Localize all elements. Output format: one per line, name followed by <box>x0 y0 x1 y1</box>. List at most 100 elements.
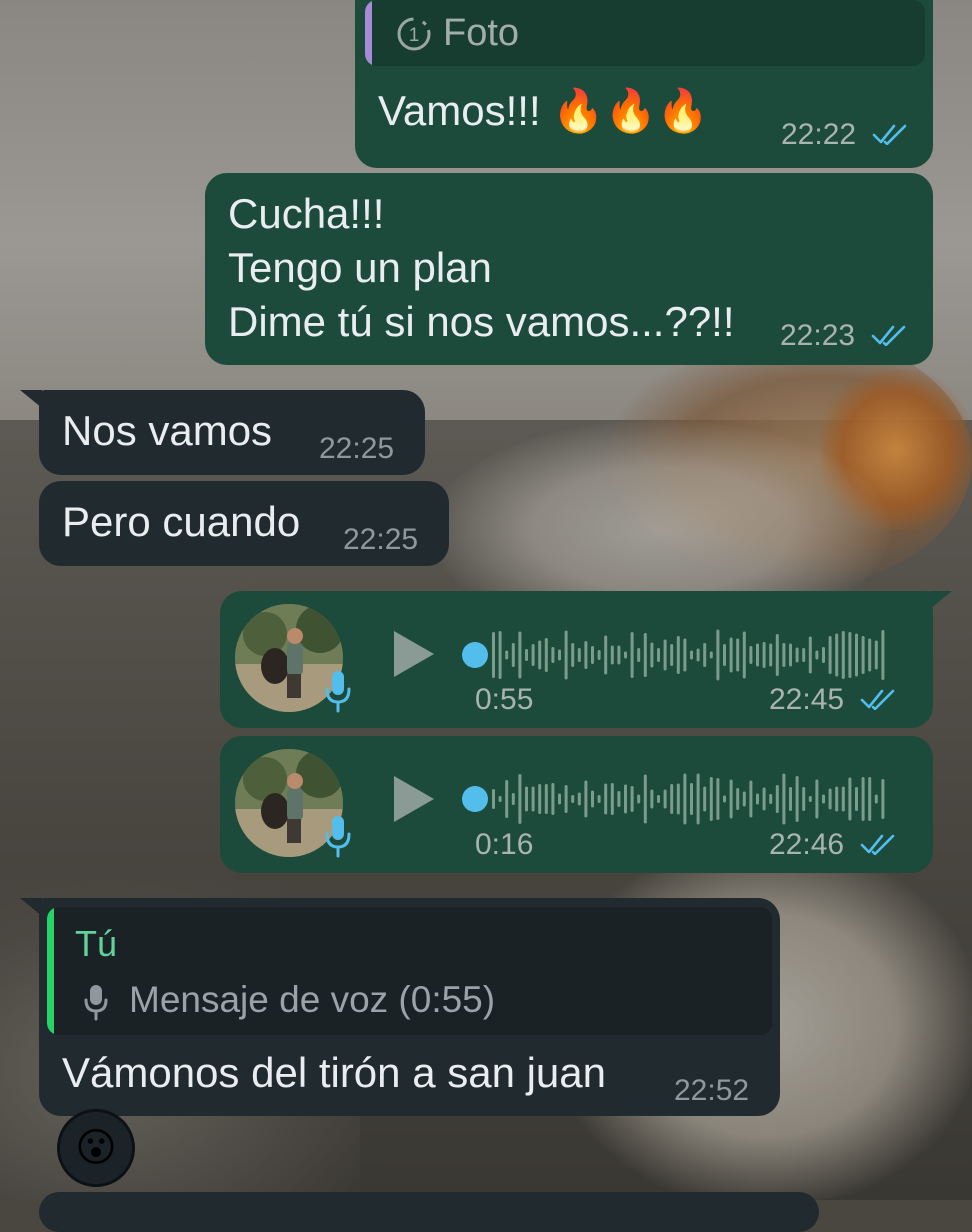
waveform-bar <box>584 641 588 669</box>
waveform-bar <box>676 783 680 815</box>
waveform-bar <box>505 650 509 660</box>
waveform-bar <box>789 643 792 667</box>
message-time: 22:25 <box>343 523 419 556</box>
message-incoming-partial[interactable] <box>39 1192 819 1232</box>
waveform-bar <box>617 791 621 807</box>
waveform-bar <box>637 648 641 662</box>
waveform-bar <box>835 633 839 677</box>
waveform-bar <box>696 648 700 662</box>
waveform-bar <box>696 773 700 825</box>
waveform-bar <box>835 786 839 812</box>
waveform-bar <box>848 632 852 678</box>
waveform-bar <box>604 783 608 815</box>
waveform-bar <box>498 796 502 802</box>
waveform-bar <box>749 646 753 664</box>
waveform-bar <box>802 787 806 811</box>
quoted-photo[interactable]: 1 Foto <box>365 0 925 66</box>
surprised-face-emoji: 😮 <box>75 1126 117 1170</box>
waveform-bar <box>643 633 647 677</box>
waveform-bar <box>650 642 654 668</box>
play-icon[interactable] <box>390 628 438 685</box>
waveform-bar <box>518 631 522 679</box>
waveform-bar <box>551 783 555 815</box>
waveform-bar <box>841 631 845 679</box>
waveform-bar <box>591 646 594 664</box>
waveform-bar <box>531 786 535 812</box>
waveform-bar <box>795 647 799 663</box>
waveform-bar <box>597 650 601 660</box>
waveform-bar <box>538 784 542 814</box>
waveform-bar <box>782 643 786 667</box>
play-icon[interactable] <box>390 773 438 830</box>
message-outgoing-2[interactable]: Cucha!!! Tengo un plan Dime tú si nos va… <box>205 173 933 365</box>
message-incoming-1[interactable]: Nos vamos 22:25 <box>39 390 425 475</box>
message-text: Nos vamos <box>62 407 273 454</box>
message-text: Vamos!!! 🔥🔥🔥 <box>378 87 710 134</box>
waveform-bar <box>815 779 819 819</box>
waveform-bar <box>564 785 568 813</box>
waveform-bar <box>749 780 753 818</box>
reaction-badge[interactable]: 😮 <box>57 1109 135 1187</box>
waveform-bar <box>855 787 858 811</box>
waveform-bar <box>604 635 608 675</box>
message-line-3: Dime tú si nos vamos...??!! <box>228 298 735 345</box>
waveform-bar <box>723 795 726 803</box>
waveform-bar <box>808 796 812 802</box>
waveform-bar <box>861 636 865 674</box>
waveform-bar <box>782 773 786 825</box>
message-text: Pero cuando <box>62 498 301 545</box>
waveform-bar <box>729 637 733 673</box>
waveform-bar <box>630 786 634 812</box>
waveform-bar <box>643 774 647 824</box>
waveform-bar <box>525 786 528 812</box>
mic-icon <box>324 669 352 718</box>
waveform-bar <box>756 643 759 667</box>
waveform-bar <box>874 640 878 670</box>
view-once-icon: 1 <box>395 15 433 58</box>
waveform-bar <box>571 795 575 803</box>
waveform-bar <box>874 794 878 804</box>
waveform-bar <box>881 630 885 680</box>
waveform[interactable] <box>458 621 898 691</box>
quoted-voice-message[interactable]: Tú Mensaje de voz (0:55) <box>47 907 772 1035</box>
waveform-bar <box>624 651 627 659</box>
waveform-bar <box>690 650 693 660</box>
waveform-bar <box>729 779 733 819</box>
waveform-bar <box>736 788 740 810</box>
waveform-bar <box>716 778 720 820</box>
waveform-bar <box>591 790 594 808</box>
waveform-bar <box>683 773 687 825</box>
waveform-bar <box>624 784 627 814</box>
waveform-bar <box>544 784 548 814</box>
waveform-bar <box>577 792 581 806</box>
waveform-bar <box>657 795 660 803</box>
voice-message-2[interactable]: 0:16 22:46 <box>220 736 933 873</box>
quote-author: Tú <box>75 923 118 964</box>
waveform-bar <box>610 645 614 665</box>
waveform-bar <box>795 776 799 822</box>
message-time: 22:22 <box>781 118 908 153</box>
waveform-bar <box>617 645 621 665</box>
waveform-bar <box>769 794 773 804</box>
waveform-bar <box>802 648 806 662</box>
quote-label: Foto <box>443 12 520 54</box>
waveform-bar <box>663 639 667 671</box>
waveform-bar <box>544 638 548 672</box>
waveform-bar <box>756 793 759 805</box>
message-outgoing-1[interactable]: 1 Foto Vamos!!! 🔥🔥🔥 22:22 <box>355 0 933 168</box>
message-line-1: Cucha!!! <box>228 190 385 237</box>
double-check-icon <box>860 829 896 863</box>
voice-message-1[interactable]: 0:55 22:45 <box>220 591 933 728</box>
waveform[interactable] <box>458 765 898 835</box>
waveform-bar <box>663 789 667 809</box>
message-incoming-2[interactable]: Pero cuando 22:25 <box>39 481 449 566</box>
waveform-bar <box>789 787 792 811</box>
waveform-bar <box>670 644 674 666</box>
quote-accent-bar <box>47 907 54 1035</box>
message-incoming-3[interactable]: Tú Mensaje de voz (0:55) Vámonos del tir… <box>39 898 780 1116</box>
waveform-bar <box>564 630 568 680</box>
waveform-bar <box>511 793 515 805</box>
message-time: 22:23 <box>780 319 907 354</box>
waveform-bar <box>736 638 740 672</box>
waveform-bar <box>709 651 713 659</box>
